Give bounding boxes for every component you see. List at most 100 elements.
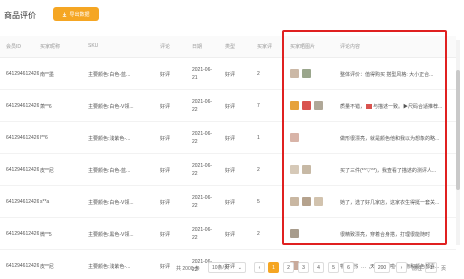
review-type: 好评 bbox=[225, 232, 236, 238]
table-row[interactable]: 641294612426 s**a 主要颜色:白色-V领... 好评 2021-06- 2… bbox=[0, 186, 456, 218]
col-date: 日期 bbox=[192, 44, 203, 50]
buyer-images bbox=[290, 69, 311, 78]
col-review-content: 评论内容 bbox=[340, 44, 361, 50]
buyer-image-thumbnail[interactable] bbox=[290, 165, 299, 174]
col-review: 评论 bbox=[160, 44, 171, 50]
review-type: 好评 bbox=[225, 104, 236, 110]
review-date: 2021-06- 22 bbox=[192, 98, 212, 114]
col-buyer-nick: 买家昵称 bbox=[40, 44, 61, 50]
page-size-select[interactable]: 10条/页 ⌄ bbox=[208, 262, 246, 273]
review-date-line1: 2021-06- bbox=[192, 99, 213, 105]
next-page-button[interactable]: › bbox=[396, 262, 407, 273]
review-date: 2021-06- 22 bbox=[192, 162, 212, 178]
sku-text: 主要颜色:白色-V领... bbox=[88, 104, 134, 110]
buyer-image-thumbnail[interactable] bbox=[302, 69, 311, 78]
sku-text: 主要颜色:白色-V领... bbox=[88, 200, 134, 206]
review-date-line2: 21 bbox=[192, 75, 198, 81]
buyer-image-thumbnail[interactable] bbox=[290, 197, 299, 206]
buyer-image-thumbnail[interactable] bbox=[290, 101, 299, 110]
page-title: 商品评价 bbox=[4, 11, 36, 20]
review-date-line2: 22 bbox=[192, 139, 198, 145]
buyer-image-thumbnail[interactable] bbox=[314, 101, 323, 110]
buyer-image-thumbnail[interactable] bbox=[290, 133, 299, 142]
buyer-nick: l**6 bbox=[40, 135, 48, 141]
prev-page-button[interactable]: ‹ bbox=[254, 262, 265, 273]
buyer-nick: 微**5 bbox=[40, 232, 52, 238]
export-data-button[interactable]: 导出数据 bbox=[53, 7, 99, 21]
buyer-images bbox=[290, 101, 323, 110]
review-content: 质量不错， 与描述一致。▶尺码合适推荐... bbox=[340, 103, 446, 110]
table-row[interactable]: 641294612426 萧**6 主要颜色:白色-V领... 好评 2021-06- 2… bbox=[0, 90, 456, 122]
buyer-rating: 1 bbox=[257, 135, 260, 141]
page-header: 商品评价 导出数据 bbox=[0, 0, 464, 30]
member-id: 641294612426 bbox=[6, 167, 40, 173]
review-date: 2021-06- 22 bbox=[192, 194, 212, 210]
review-type: 好评 bbox=[225, 200, 236, 206]
review-content-text: 买了三件(*^▽^*)，我查看了描述的测评人... bbox=[340, 168, 437, 174]
table-row[interactable]: 641294612426 南**墨 主要颜色:白色-蓝... 好评 2021-06- 21… bbox=[0, 58, 456, 90]
table-row[interactable]: 641294612426 皮**尼 主要颜色:白色-蓝... 好评 2021-06- 22… bbox=[0, 154, 456, 186]
table-row[interactable]: 641294612426 l**6 主要颜色:浅紫色-... 好评 2021-06- 22… bbox=[0, 122, 456, 154]
page-size-value: 10条/页 bbox=[212, 265, 229, 271]
chevron-down-icon: ⌄ bbox=[237, 264, 242, 271]
review-level: 好评 bbox=[160, 136, 171, 142]
buyer-rating: 2 bbox=[257, 231, 260, 237]
page-button[interactable]: 6 bbox=[343, 262, 354, 273]
buyer-rating: 2 bbox=[257, 167, 260, 173]
review-content: 买了三件(*^▽^*)，我查看了描述的测评人... bbox=[340, 167, 446, 174]
page-button[interactable]: 5 bbox=[328, 262, 339, 273]
member-id: 641294612426 bbox=[6, 71, 40, 77]
review-date-line1: 2021-06- bbox=[192, 67, 213, 73]
buyer-images bbox=[290, 165, 311, 174]
goto-page-input[interactable]: 1 bbox=[425, 262, 437, 273]
pagination-total: 共 2000 条 bbox=[176, 266, 200, 272]
review-date: 2021-06- 21 bbox=[192, 66, 212, 82]
buyer-image-thumbnail[interactable] bbox=[302, 197, 311, 206]
review-type: 好评 bbox=[225, 136, 236, 142]
review-date-line1: 2021-06- bbox=[192, 131, 213, 137]
review-type: 好评 bbox=[225, 72, 236, 78]
review-content: 很精致漂亮，穿着合身搭，打理很能随时 bbox=[340, 231, 446, 238]
sku-text: 主要颜色:黑色-V领... bbox=[88, 232, 134, 238]
page-button[interactable]: 1 bbox=[268, 262, 279, 273]
goto-unit: 页 bbox=[441, 266, 447, 272]
sku-text: 主要颜色:白色-蓝... bbox=[88, 72, 131, 78]
buyer-image-thumbnail[interactable] bbox=[290, 229, 299, 238]
review-date: 2021-06- 22 bbox=[192, 226, 212, 242]
buyer-image-thumbnail[interactable] bbox=[314, 197, 323, 206]
buyer-image-thumbnail[interactable] bbox=[302, 101, 311, 110]
review-level: 好评 bbox=[160, 168, 171, 174]
review-date-line2: 22 bbox=[192, 171, 198, 177]
export-icon bbox=[63, 12, 67, 17]
page-button[interactable]: 2 bbox=[283, 262, 294, 273]
review-content: 做形很漂亮，就是颜色他和我以为想象的略... bbox=[340, 135, 446, 142]
page-button[interactable]: 200 bbox=[374, 262, 390, 273]
page-ellipsis[interactable]: ··· bbox=[358, 262, 369, 273]
review-content-text: 很精致漂亮，穿着合身搭，打理很能随时 bbox=[340, 232, 431, 238]
review-date-line2: 22 bbox=[192, 107, 198, 113]
review-content-text: 她了，选了好几家店，这家衣生得挺一套关... bbox=[340, 200, 440, 206]
sku-text: 主要颜色:白色-蓝... bbox=[88, 168, 131, 174]
buyer-rating: 5 bbox=[257, 199, 260, 205]
review-date-line1: 2021-06- bbox=[192, 163, 213, 169]
member-id: 641294612426 bbox=[6, 135, 40, 141]
review-date-line1: 2021-06- bbox=[192, 227, 213, 233]
table-header: 会员ID 买家昵称 SKU 评论 日期 类型 买家评 买家晒图片 评论内容 bbox=[0, 36, 456, 58]
review-content-text: 做形很漂亮，就是颜色他和我以为想象的略... bbox=[340, 136, 440, 142]
table-row[interactable]: 641294612426 微**5 主要颜色:黑色-V领... 好评 2021-06- 2… bbox=[0, 218, 456, 250]
review-content-text-2: 与描述一致。▶尺码合适推荐... bbox=[373, 104, 443, 110]
vertical-scrollbar[interactable] bbox=[456, 40, 460, 245]
review-content-text: 整体评价：值得购买 搭型风格: 大小正合... bbox=[340, 72, 434, 78]
scrollbar-thumb[interactable] bbox=[456, 70, 460, 190]
page-button[interactable]: 3 bbox=[298, 262, 309, 273]
review-content: 整体评价：值得购买 搭型风格: 大小正合... bbox=[340, 71, 446, 78]
buyer-nick: 萧**6 bbox=[40, 104, 52, 110]
review-level: 好评 bbox=[160, 232, 171, 238]
col-type: 类型 bbox=[225, 44, 236, 50]
buyer-image-thumbnail[interactable] bbox=[302, 165, 311, 174]
buyer-image-thumbnail[interactable] bbox=[290, 69, 299, 78]
page-button[interactable]: 4 bbox=[313, 262, 324, 273]
member-id: 641294612426 bbox=[6, 103, 40, 109]
buyer-nick: 皮**尼 bbox=[40, 168, 54, 174]
review-date-line2: 22 bbox=[192, 203, 198, 209]
